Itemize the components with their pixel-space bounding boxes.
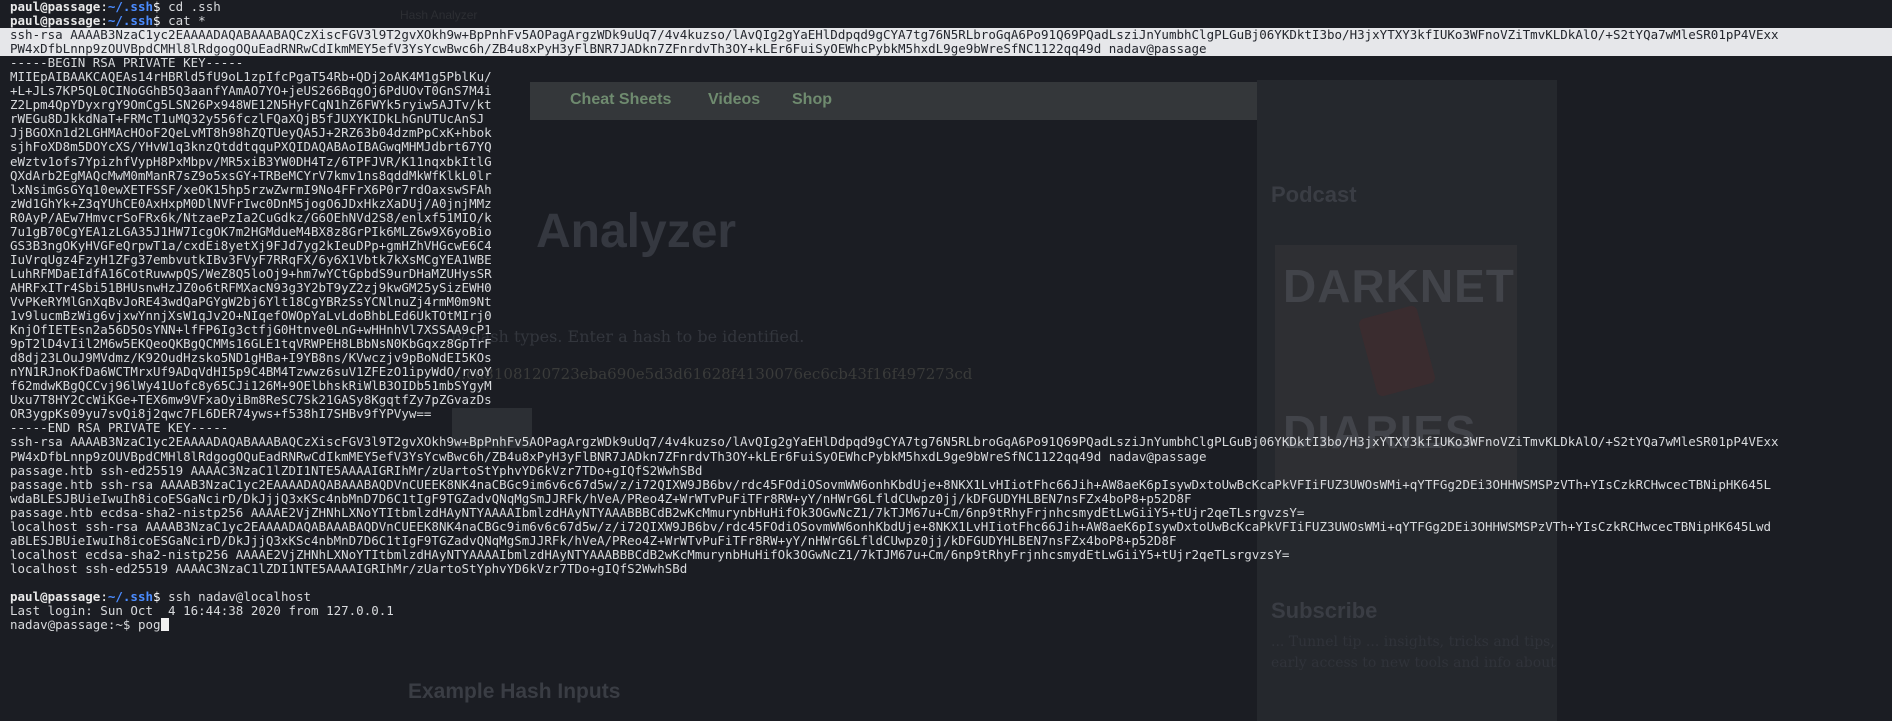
prompt-directory: ~/.ssh: [107, 14, 153, 29]
output-line: 9pT2lD4vIil2M6w5EKQeoQKBgQCMMs16GLE1tqVR…: [10, 337, 492, 352]
output-line: QXdArb2EgMAQcMwM0mManR7sZ9o5xsGY+TRBeMCY…: [10, 168, 492, 183]
output-line: GS3B3ngOKyHVGFeQrpwT1a/cxdEi8yetXj9FJd7y…: [10, 238, 492, 253]
active-prompt-line[interactable]: nadav@passage:~$ pog: [10, 618, 1892, 632]
output-line: +L+JLs7KP5QL0CINoGGhB5Q3aanfYAmAO7YO+jeU…: [10, 84, 492, 99]
output-line: passage.htb ssh-rsa AAAAB3NzaC1yc2EAAAAD…: [10, 477, 1771, 492]
output-line: MIIEpAIBAAKCAQEAs14rHBRld5fU9oL1zpIfcPga…: [10, 70, 492, 85]
command-text: cd .ssh: [168, 0, 221, 14]
output-line: ssh-rsa AAAAB3NzaC1yc2EAAAADAQABAAABAQCz…: [10, 435, 1779, 450]
prompt-directory: ~/.ssh: [107, 0, 153, 14]
output-line: Z2Lpm4QpYDyxrgY9OmCg5LSN26Px948WE12N5HyF…: [10, 98, 492, 113]
command-input[interactable]: pog: [138, 618, 161, 632]
text-cursor: [160, 618, 169, 632]
command-text: ssh nadav@localhost: [168, 589, 312, 604]
prompt-line: paul@passage:~/.ssh$ cd .ssh: [10, 0, 1892, 14]
prompt-separator: :: [100, 14, 108, 29]
output-line: nYN1RJnoKfDa6WCTMrxUf9ADqVdHI5p9C4BM4Tzw…: [10, 365, 492, 380]
output-line: -----BEGIN RSA PRIVATE KEY-----: [10, 56, 244, 71]
prompt-user: paul@passage: [10, 589, 101, 604]
terminal-window[interactable]: paul@passage:~/.ssh$ cd .ssh paul@passag…: [0, 0, 1892, 721]
output-line: JjBGOXn1d2LGHMAcHOoF2QeLvMT8h98hZQTUeyQA…: [10, 126, 492, 141]
prompt-separator: :: [100, 0, 108, 14]
output-line: Uxu7T8HY2CcWiKGe+TEX6mw9VFxaOyiBm8ReSC7S…: [10, 393, 492, 408]
screen: Hash Analyzer Cheat Sheets Videos Shop A…: [0, 0, 1892, 721]
selected-output-line[interactable]: ssh-rsa AAAAB3NzaC1yc2EAAAADAQABAAABAQCz…: [0, 28, 1892, 43]
prompt-symbol: $: [153, 0, 169, 14]
output-line: 1v9lucmBzWig6vjxwYnnjXsW1qJv2O+NIqefOWOp…: [10, 309, 492, 324]
output-line: wdaBLESJBUieIwuIh8icoESGaNcirD/DkJjjQ3xK…: [10, 491, 1192, 506]
prompt-line: paul@passage:~/.ssh$ ssh nadav@localhost: [10, 590, 1892, 604]
output-line: rWEGu8DJkkdNaT+FRMcT1uMQ32y556fczlFQaXQj…: [10, 112, 485, 127]
output-line: -----END RSA PRIVATE KEY-----: [10, 421, 229, 436]
output-line: AHRFxITr4Sbi51BHUsnwHzJZ0o6tRFMXacN93g3Y…: [10, 280, 492, 295]
prompt-user: paul@passage: [10, 14, 101, 29]
output-line: 7u1gB70CgYEA1zLGA35J1HW7IcgOK7m2HGMdueM4…: [10, 224, 492, 239]
prompt-separator: :: [100, 589, 108, 604]
output-line: localhost ssh-ed25519 AAAAC3NzaC1lZDI1NT…: [10, 561, 688, 576]
prompt-line: paul@passage:~/.ssh$ cat *: [10, 14, 1892, 28]
output-line: localhost ssh-rsa AAAAB3NzaC1yc2EAAAADAQ…: [10, 519, 1771, 534]
output-line: localhost ecdsa-sha2-nistp256 AAAAE2VjZH…: [10, 547, 1290, 562]
prompt-directory: ~/.ssh: [107, 589, 153, 604]
output-line: IuVrqUgz4FzyH1ZFg37embvutkIBv3FVyF7RRqFX…: [10, 252, 492, 267]
prompt-user: paul@passage: [10, 0, 101, 14]
output-line: LuhRFMDaEIdfA16CotRuwwpQS/WeZ8Q5loOj9+hm…: [10, 266, 492, 281]
output-line: OR3ygpKs09yu7svQi8j2qwc7FL6DER74yws+f538…: [10, 407, 432, 422]
selected-output-line[interactable]: PW4xDfbLnnp9zOUVBpdCMHl8lRdgogOQuEadRNRw…: [0, 42, 1892, 57]
output-line: sjhFoXD8m5DOYcXS/YHvW1q3knzQtddtqquPXQID…: [10, 140, 492, 155]
output-line: d8dj23LOuJ9MVdmz/K92OudHzsko5ND1gHBa+I9Y…: [10, 351, 492, 366]
output-line: passage.htb ssh-ed25519 AAAAC3NzaC1lZDI1…: [10, 463, 703, 478]
output-line: zWd1GhYk+Z3qYUhCE0AxHxpM0DlNVFrIwc0DnM5j…: [10, 196, 492, 211]
output-line: aBLESJBUieIwuIh8icoESGaNcirD/DkJjjQ3xKSc…: [10, 533, 1177, 548]
remote-prompt: nadav@passage:~$: [10, 618, 138, 633]
command-text: cat *: [168, 14, 206, 29]
last-login-line: Last login: Sun Oct 4 16:44:38 2020 from…: [10, 604, 394, 619]
output-line: eWztv1ofs7YpizhfVypH8PxMbpv/MR5xiB3YW0DH…: [10, 154, 492, 169]
output-line: KnjOfIETEsn2a56D5OsYNN+lfFP6Ig3ctfjG0Htn…: [10, 323, 492, 338]
prompt-symbol: $: [153, 589, 169, 604]
output-line: f62mdwKBgQCCvj96lWy41Uofc8y65CJi126M+9OE…: [10, 379, 492, 394]
output-line: VvPKeRYMlGnXqBvJoRE43wdQaPGYgW2bj6Ylt18C…: [10, 294, 492, 309]
output-line: lxNsimGsGYq10ewXETFSSF/xeOK15hp5rzwZwrmI…: [10, 182, 492, 197]
output-line: PW4xDfbLnnp9zOUVBpdCMHl8lRdgogOQuEadRNRw…: [10, 449, 1207, 464]
prompt-symbol: $: [153, 14, 169, 29]
output-line: R0AyP/AEw7HmvcrSoFRx6k/NtzaePzIa2CuGdkz/…: [10, 210, 492, 225]
output-line: passage.htb ecdsa-sha2-nistp256 AAAAE2Vj…: [10, 505, 1305, 520]
